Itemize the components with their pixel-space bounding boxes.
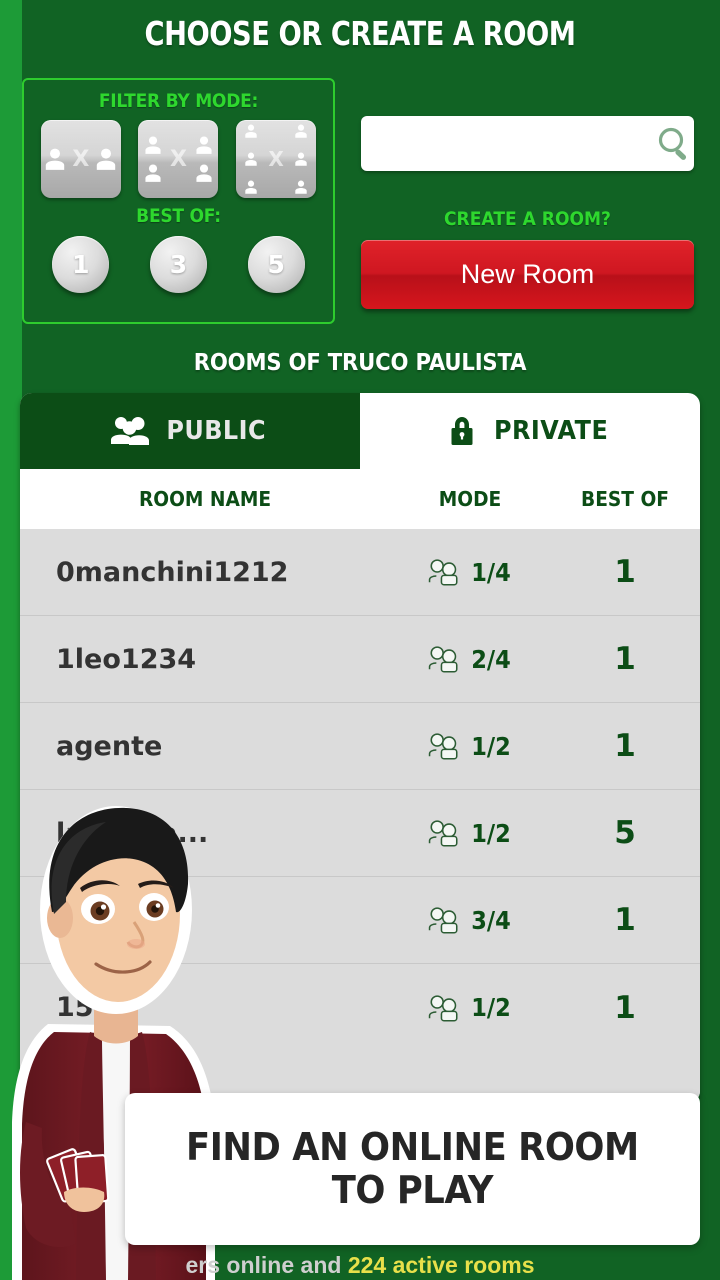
room-best-of: 1 [614,902,636,938]
room-mode-text: 2/4 [471,644,511,674]
room-mode: 2/4 [390,645,550,674]
column-header-mode: MODE [438,487,502,511]
table-row[interactable]: laminha... 1/2 5 [20,790,700,877]
mode-filter-row: X X X [24,120,333,198]
filter-by-mode-label: FILTER BY MODE: [98,90,259,112]
room-mode: 1/2 [390,819,550,848]
new-room-button[interactable]: New Room [361,240,694,309]
person-icon [196,136,212,154]
table-row[interactable]: 0manchini1212 1/4 1 [20,529,700,616]
room-name: laminha... [56,817,209,849]
best-of-row: 1 3 5 [24,236,333,293]
person-icon [196,164,212,182]
tooltip-line-2: TO PLAY [331,1168,494,1212]
search-icon[interactable] [654,124,694,164]
person-icon [145,136,161,154]
status-prefix: ers online and [185,1252,348,1278]
tooltip-text: FIND AN ONLINE ROOM TO PLAY [186,1126,639,1211]
room-mode-text: 1/2 [471,818,511,848]
lock-icon [451,417,473,445]
column-header-room-name: ROOM NAME [138,487,272,511]
people-icon [428,559,458,586]
table-row[interactable]: 3/4 1 [20,877,700,964]
people-icon [428,994,458,1022]
active-rooms-count: 224 [347,1252,387,1278]
status-bar: ers online and 224 active rooms [0,1252,720,1279]
room-mode-text: 1/4 [471,557,511,587]
filter-panel: FILTER BY MODE: X X X BEST OF: 1 3 5 [22,78,335,324]
room-best-of: 1 [614,728,636,764]
person-icon [295,152,307,166]
table-row[interactable]: 1545 1/2 1 [20,964,700,1051]
room-best-of: 1 [614,989,636,1026]
people-icon [428,646,458,673]
page-title: CHOOSE OR CREATE A ROOM [144,14,576,53]
room-best-of: 1 [614,554,636,590]
room-name: agente [56,730,163,762]
people-icon [428,733,458,760]
room-best-of: 5 [614,815,636,851]
table-row[interactable]: 1leo1234 2/4 1 [20,616,700,703]
mode-filter-3v3-button[interactable]: X [236,120,317,198]
table-column-headers: ROOM NAME MODE BEST OF [20,469,700,529]
room-name: 1leo1234 [56,643,197,675]
search-box[interactable] [361,116,694,171]
tab-bar: PUBLIC PRIVATE [20,393,700,469]
room-name: 0manchini1212 [56,556,289,588]
left-green-strip [0,0,22,1280]
room-best-of: 1 [614,641,636,677]
people-icon [428,820,458,847]
tab-public-label: PUBLIC [166,416,266,446]
tab-private-label: PRIVATE [493,416,609,446]
mode-filter-2v2-button[interactable]: X [138,120,219,198]
room-mode: 1/2 [390,732,550,761]
versus-symbol: X [170,146,187,172]
rooms-card: PUBLIC PRIVATE ROOM NAME MODE BEST OF 0m… [20,393,700,1103]
best-of-label: BEST OF: [136,205,221,227]
people-icon [428,907,458,934]
room-mode-text: 1/2 [471,731,511,761]
status-suffix: active rooms [386,1252,535,1278]
create-a-room-label: CREATE A ROOM? [444,208,611,230]
room-mode: 1/4 [390,558,550,587]
section-title: ROOMS OF TRUCO PAULISTA [193,350,527,376]
person-icon [97,148,116,170]
room-name: 1545 [56,992,132,1023]
person-icon [145,164,161,182]
tab-private[interactable]: PRIVATE [360,393,700,469]
room-list-screen: CHOOSE OR CREATE A ROOM FILTER BY MODE: … [0,0,720,1280]
versus-symbol: X [72,146,90,172]
best-of-option-1[interactable]: 1 [52,236,110,293]
best-of-option-3[interactable]: 3 [149,236,207,293]
tooltip-line-1: FIND AN ONLINE ROOM [186,1125,639,1170]
best-of-option-5[interactable]: 5 [247,236,305,293]
tab-public[interactable]: PUBLIC [20,393,360,469]
column-header-best-of: BEST OF [581,487,669,511]
search-input[interactable] [361,116,654,171]
room-mode: 3/4 [390,906,550,935]
person-icon [295,180,307,194]
person-icon [245,180,258,194]
versus-symbol: X [268,147,284,171]
room-mode-text: 1/2 [471,993,511,1022]
tooltip-card: FIND AN ONLINE ROOM TO PLAY [125,1093,700,1245]
room-mode: 1/2 [390,993,550,1022]
person-icon [295,124,307,138]
person-icon [46,148,65,170]
room-mode-text: 3/4 [471,905,511,935]
people-icon [110,417,149,445]
table-row[interactable]: agente 1/2 1 [20,703,700,790]
person-icon [245,152,258,166]
person-icon [245,124,258,138]
mode-filter-1v1-button[interactable]: X [40,120,121,198]
room-list[interactable]: 0manchini1212 1/4 1 1leo1234 2/4 1 agent… [20,529,700,1103]
